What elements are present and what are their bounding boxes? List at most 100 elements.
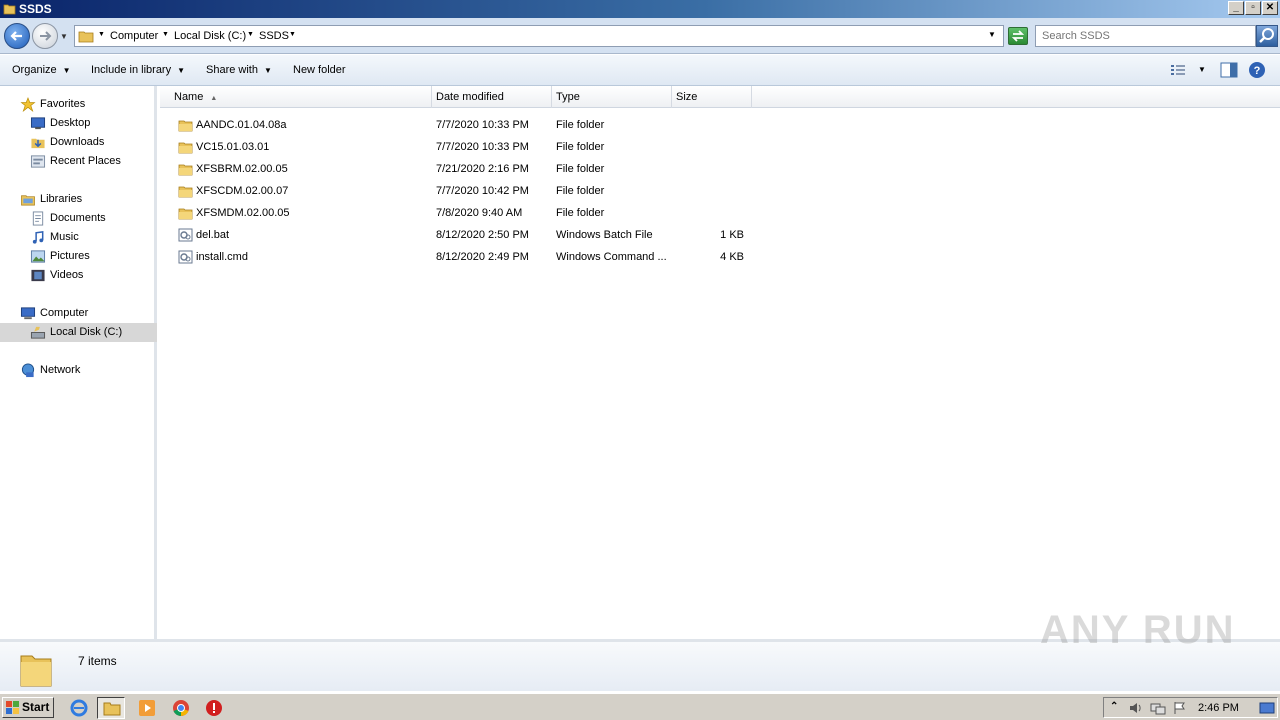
- chevron-down-icon: ▼: [62, 66, 71, 75]
- videos-icon: [31, 269, 45, 282]
- preview-pane-icon[interactable]: [1220, 62, 1238, 78]
- file-row[interactable]: XFSCDM.02.00.07 7/7/2020 10:42 PM File fol…: [160, 180, 860, 202]
- file-row[interactable]: XFSMDM.02.00.05 7/8/2020 9:40 AM File fold…: [160, 202, 860, 224]
- file-row[interactable]: del.bat 8/12/2020 2:50 PM Windows Batch Fi…: [160, 224, 860, 246]
- item-count: 7 items: [78, 654, 117, 668]
- file-size: 4 KB: [720, 251, 744, 263]
- file-date-modified: 7/7/2020 10:33 PM: [436, 119, 529, 131]
- clock[interactable]: 2:46 PM: [1198, 702, 1239, 714]
- share-with-button[interactable]: Share with ▼: [206, 64, 272, 76]
- show-hidden-icons-icon[interactable]: ⌃: [1110, 701, 1118, 712]
- address-bar[interactable]: ▼ Computer ▼ Local Disk (C:) ▼ SSDS ▼: [74, 25, 1004, 47]
- file-name: XFSBRM.02.00.05: [196, 163, 288, 175]
- column-header-name[interactable]: Name ▲: [170, 86, 432, 108]
- file-type: File folder: [556, 141, 605, 153]
- breadcrumb-ssds[interactable]: SSDS: [259, 30, 289, 42]
- show-desktop-icon[interactable]: [1259, 702, 1275, 715]
- file-name: XFSCDM.02.00.07: [196, 185, 289, 197]
- folder-icon: [178, 164, 193, 176]
- window-title: SSDS: [19, 2, 52, 16]
- address-history-dropdown[interactable]: ▼: [988, 30, 996, 39]
- column-header-type[interactable]: Type: [552, 86, 672, 108]
- internet-explorer-icon[interactable]: [70, 699, 88, 717]
- nav-label: Local Disk (C:): [50, 326, 123, 338]
- back-button[interactable]: [4, 23, 30, 49]
- file-row[interactable]: install.cmd 8/12/2020 2:49 PM Windows Comm…: [160, 246, 860, 268]
- new-folder-button[interactable]: New folder: [293, 64, 346, 76]
- folder-icon: [20, 655, 52, 687]
- breadcrumb-local-disk[interactable]: Local Disk (C:): [174, 30, 246, 42]
- nav-label: Recent Places: [50, 155, 121, 167]
- organize-button[interactable]: Organize ▼: [12, 64, 71, 76]
- include-in-library-label: Include in library: [91, 64, 172, 76]
- close-button[interactable]: ✕: [1262, 1, 1278, 15]
- file-row[interactable]: XFSBRM.02.00.05 7/21/2020 2:16 PM File fol…: [160, 158, 860, 180]
- action-center-flag-icon[interactable]: [1172, 701, 1188, 715]
- file-type: Windows Command ...: [556, 251, 667, 263]
- file-date-modified: 8/12/2020 2:50 PM: [436, 229, 529, 241]
- chevron-down-icon[interactable]: ▼: [289, 31, 296, 38]
- explorer-taskbar-button[interactable]: [97, 697, 125, 719]
- include-in-library-button[interactable]: Include in library ▼: [91, 64, 185, 76]
- nav-label: Music: [50, 231, 79, 243]
- file-name: install.cmd: [196, 251, 248, 263]
- windows-logo-icon: [6, 701, 19, 714]
- file-type: File folder: [556, 163, 605, 175]
- recent-pages-dropdown[interactable]: ▼: [60, 32, 68, 41]
- system-tray: ⌃ 2:46 PM: [1103, 697, 1278, 718]
- music-icon: [32, 231, 44, 244]
- search-button[interactable]: [1256, 25, 1278, 47]
- chevron-down-icon[interactable]: ▼: [247, 31, 254, 38]
- file-type: File folder: [556, 119, 605, 131]
- folder-icon: [103, 702, 121, 716]
- folder-icon: [178, 208, 193, 220]
- nav-label: Videos: [50, 269, 84, 281]
- stop-sign-icon[interactable]: [205, 699, 223, 717]
- taskbar: Start ⌃ 2:46 PM: [0, 693, 1280, 720]
- file-row[interactable]: VC15.01.03.01 7/7/2020 10:33 PM File folde…: [160, 136, 860, 158]
- folder-icon: [3, 4, 16, 15]
- volume-icon[interactable]: [1128, 701, 1144, 715]
- forward-button[interactable]: [32, 23, 58, 49]
- file-date-modified: 7/7/2020 10:42 PM: [436, 185, 529, 197]
- recent-places-icon: [30, 155, 46, 168]
- svg-text:?: ?: [1254, 65, 1261, 77]
- column-header-date-modified[interactable]: Date modified: [432, 86, 552, 108]
- file-date-modified: 7/7/2020 10:33 PM: [436, 141, 529, 153]
- file-size: 1 KB: [720, 229, 744, 241]
- column-label: Name: [174, 91, 204, 103]
- organize-label: Organize: [12, 64, 57, 76]
- libraries-icon: [21, 195, 35, 206]
- command-bar: Organize ▼ Include in library ▼ Share with…: [0, 55, 1280, 86]
- refresh-button[interactable]: [1008, 27, 1028, 45]
- file-name: XFSMDM.02.00.05: [196, 207, 290, 219]
- navigation-pane: Favorites Desktop Downloads Recent Place…: [0, 86, 157, 639]
- search-input[interactable]: [1036, 26, 1255, 46]
- folder-icon: [178, 186, 193, 198]
- search-box[interactable]: [1035, 25, 1256, 47]
- restore-button[interactable]: ▫: [1245, 1, 1261, 15]
- chevron-down-icon: ▼: [177, 66, 186, 75]
- view-options-icon[interactable]: [1170, 63, 1186, 77]
- nav-label: Computer: [40, 307, 89, 319]
- help-icon[interactable]: ?: [1248, 61, 1266, 79]
- minimize-button[interactable]: _: [1228, 1, 1244, 15]
- pictures-icon: [30, 250, 46, 263]
- folder-icon: [178, 120, 193, 132]
- media-player-icon[interactable]: [138, 699, 156, 717]
- nav-label: Desktop: [50, 117, 91, 129]
- search-icon: [1259, 28, 1274, 43]
- column-header-size[interactable]: Size: [672, 86, 752, 108]
- network-status-icon[interactable]: [1150, 701, 1166, 715]
- drive-icon: [30, 326, 46, 339]
- nav-label: Documents: [50, 212, 106, 224]
- start-button[interactable]: Start: [2, 697, 54, 718]
- chevron-down-icon: ▼: [263, 66, 272, 75]
- chrome-icon[interactable]: [172, 699, 190, 717]
- breadcrumb-computer[interactable]: Computer: [110, 30, 158, 42]
- file-row[interactable]: AANDC.01.04.08a 7/7/2020 10:33 PM File fol…: [160, 114, 860, 136]
- chevron-down-icon[interactable]: ▼: [98, 31, 105, 38]
- view-dropdown[interactable]: ▼: [1198, 65, 1206, 74]
- desktop-icon: [30, 117, 46, 130]
- chevron-down-icon[interactable]: ▼: [162, 31, 169, 38]
